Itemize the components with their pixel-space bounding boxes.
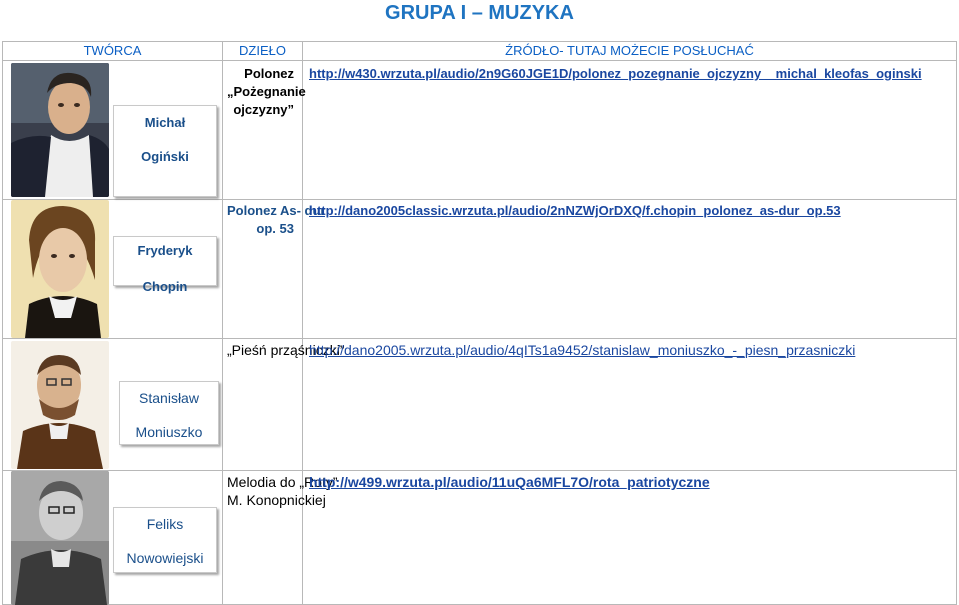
work-line: ojczyzny” <box>233 102 294 117</box>
header-source: ŹRÓDŁO- TUTAJ MOŻECIE POSŁUCHAĆ <box>302 41 957 61</box>
table-row: Feliks Nowowiejski Melodia do „Roty” M. … <box>2 470 957 605</box>
creator-last-name: Moniuszko <box>135 424 203 440</box>
work-line: Polonez As- dur <box>227 203 326 218</box>
creator-first-name: Feliks <box>146 516 184 532</box>
music-table: TWÓRCA DZIEŁO ŹRÓDŁO- TUTAJ MOŻECIE POSŁ… <box>2 41 957 605</box>
work-line: Melodia do „Roty” <box>227 474 338 490</box>
work-line: M. Konopnickiej <box>227 492 326 508</box>
creator-name-box: Feliks Nowowiejski <box>113 507 217 573</box>
creator-last-name: Nowowiejski <box>126 550 204 566</box>
creator-cell: Stanisław Moniuszko <box>2 338 223 471</box>
table-row: Stanisław Moniuszko „Pieśń prząśniczki” … <box>2 338 957 471</box>
work-title: „Pieśń prząśniczki” <box>223 339 345 359</box>
creator-last-name: Chopin <box>142 279 188 294</box>
page-title: GRUPA I – MUZYKA <box>385 2 574 24</box>
source-cell: http://dano2005classic.wrzuta.pl/audio/2… <box>302 199 957 339</box>
creator-cell: Fryderyk Chopin <box>2 199 223 339</box>
creator-name-box: Stanisław Moniuszko <box>119 381 219 445</box>
work-line: Polonez <box>244 66 294 81</box>
work-title: Polonez „Pożegnanie ojczyzny” <box>223 61 306 119</box>
creator-cell: Feliks Nowowiejski <box>2 470 223 605</box>
creator-cell: Michał Ogiński <box>2 60 223 200</box>
header-creator: TWÓRCA <box>2 41 223 61</box>
portrait-chopin-icon <box>11 200 109 338</box>
portrait-nowowiejski-icon <box>11 471 109 605</box>
creator-last-name: Ogiński <box>141 149 189 164</box>
source-cell: http://dano2005.wrzuta.pl/audio/4qITs1a9… <box>302 338 957 471</box>
creator-name-box: Fryderyk Chopin <box>113 236 217 294</box>
creator-name-box: Michał Ogiński <box>113 105 217 197</box>
portrait-oginski-icon <box>11 63 109 197</box>
creator-first-name: Michał <box>144 115 186 130</box>
work-line: op. 53 <box>256 221 294 236</box>
work-title: Melodia do „Roty” M. Konopnickiej <box>223 471 338 509</box>
work-cell: Polonez „Pożegnanie ojczyzny” <box>222 60 306 200</box>
creator-first-name: Stanisław <box>139 390 199 406</box>
audio-link[interactable]: http://w499.wrzuta.pl/audio/11uQa6MFL7O/… <box>303 471 956 491</box>
work-title: Polonez As- dur op. 53 <box>223 200 326 238</box>
table-row: Michał Ogiński Polonez „Pożegnanie ojczy… <box>2 60 957 200</box>
table-row: Fryderyk Chopin Polonez As- dur op. 53 h… <box>2 199 957 339</box>
work-line: „Pożegnanie <box>227 84 306 99</box>
header-work: DZIEŁO <box>222 41 303 61</box>
creator-first-name: Fryderyk <box>137 243 193 258</box>
table-header-row: TWÓRCA DZIEŁO ŹRÓDŁO- TUTAJ MOŻECIE POSŁ… <box>2 41 957 61</box>
audio-link[interactable]: http://w430.wrzuta.pl/audio/2n9G60JGE1D/… <box>303 61 956 83</box>
source-cell: http://w499.wrzuta.pl/audio/11uQa6MFL7O/… <box>302 470 957 605</box>
audio-link[interactable]: http://dano2005classic.wrzuta.pl/audio/2… <box>303 200 956 220</box>
work-cell: „Pieśń prząśniczki” <box>222 338 345 471</box>
portrait-moniuszko-icon <box>11 341 109 469</box>
work-cell: Melodia do „Roty” M. Konopnickiej <box>222 470 338 605</box>
work-line: „Pieśń prząśniczki” <box>227 342 345 358</box>
audio-link[interactable]: http://dano2005.wrzuta.pl/audio/4qITs1a9… <box>303 339 956 359</box>
work-cell: Polonez As- dur op. 53 <box>222 199 326 339</box>
source-cell: http://w430.wrzuta.pl/audio/2n9G60JGE1D/… <box>302 60 957 200</box>
